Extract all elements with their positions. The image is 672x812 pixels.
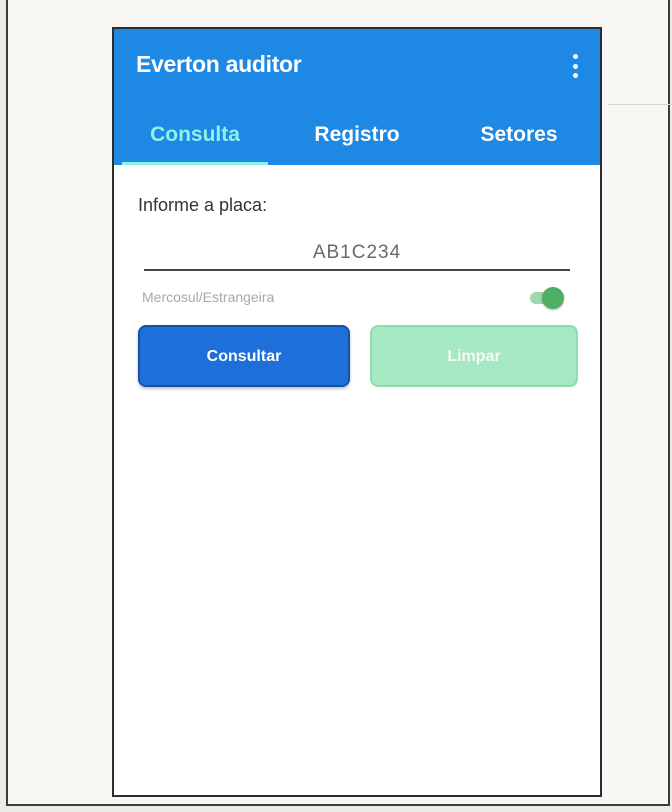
app-bar: Everton auditor Consulta Registro Setore…: [114, 29, 600, 165]
paper-background: Everton auditor Consulta Registro Setore…: [6, 0, 672, 806]
mercosul-switch[interactable]: [528, 287, 564, 309]
plate-input[interactable]: [144, 237, 570, 271]
plate-label: Informe a placa:: [138, 195, 268, 215]
limpar-button[interactable]: Limpar: [370, 325, 578, 387]
mercosul-switch-label: Mercosul/Estrangeira: [142, 289, 275, 305]
more-vert-icon[interactable]: [570, 54, 580, 78]
tab-consulta[interactable]: Consulta: [114, 117, 276, 165]
switch-thumb: [542, 287, 564, 309]
tab-bar: Consulta Registro Setores: [114, 117, 600, 165]
tab-registro[interactable]: Registro: [276, 117, 438, 165]
app-title: Everton auditor: [136, 51, 302, 77]
phone-screen: Everton auditor Consulta Registro Setore…: [112, 27, 602, 797]
consultar-button[interactable]: Consultar: [138, 325, 350, 387]
tab-setores[interactable]: Setores: [438, 117, 600, 165]
background-rule: [608, 104, 672, 105]
